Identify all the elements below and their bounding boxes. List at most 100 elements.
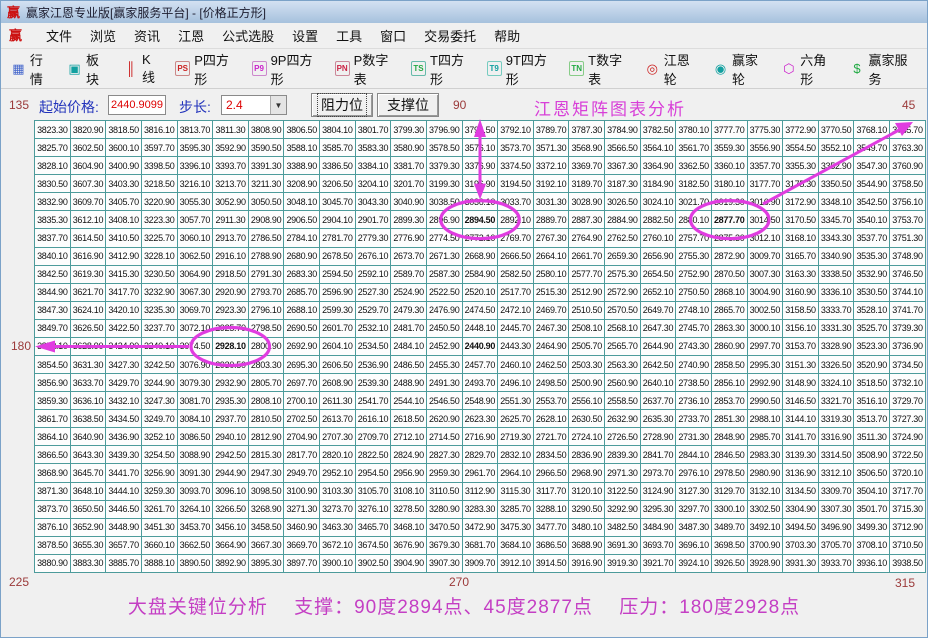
price-cell[interactable]: 3636.10 xyxy=(70,392,106,410)
price-cell[interactable]: 3684.10 xyxy=(498,536,534,554)
price-cell[interactable]: 2654.50 xyxy=(640,265,676,283)
price-cell[interactable]: 2880.10 xyxy=(676,211,712,229)
price-cell[interactable]: 2462.50 xyxy=(533,356,569,374)
price-cell[interactable]: 2757.70 xyxy=(676,229,712,247)
price-cell[interactable]: 2908.90 xyxy=(248,211,284,229)
price-cell[interactable]: 3242.50 xyxy=(141,356,177,374)
price-cell[interactable]: 3115.30 xyxy=(498,482,534,500)
price-cell[interactable]: 3928.90 xyxy=(747,554,783,572)
price-cell[interactable]: 3652.90 xyxy=(70,518,106,536)
price-cell[interactable]: 3760.90 xyxy=(890,157,926,175)
price-cell[interactable]: 2472.10 xyxy=(498,301,534,319)
price-cell[interactable]: 2752.90 xyxy=(676,265,712,283)
price-cell[interactable]: 2868.10 xyxy=(711,283,747,301)
price-cell[interactable]: 3105.70 xyxy=(355,482,391,500)
price-cell[interactable]: 2640.10 xyxy=(640,374,676,392)
price-cell[interactable]: 2704.90 xyxy=(284,428,320,446)
price-cell[interactable]: 2844.10 xyxy=(676,446,712,464)
price-cell[interactable]: 2529.70 xyxy=(355,301,391,319)
price-cell[interactable]: 2968.90 xyxy=(569,464,605,482)
price-cell[interactable]: 3220.90 xyxy=(141,193,177,211)
price-cell[interactable]: 2505.70 xyxy=(569,337,605,355)
price-cell[interactable]: 3036.10 xyxy=(462,193,498,211)
price-cell[interactable]: 3693.70 xyxy=(640,536,676,554)
price-cell[interactable]: 3470.50 xyxy=(426,518,462,536)
menu-item[interactable]: 公式选股 xyxy=(222,26,274,45)
price-cell[interactable]: 3405.70 xyxy=(106,193,142,211)
price-cell[interactable]: 3609.70 xyxy=(70,193,106,211)
price-cell[interactable]: 3213.70 xyxy=(213,175,249,193)
price-cell[interactable]: 3252.10 xyxy=(141,428,177,446)
price-cell[interactable]: 3580.90 xyxy=(391,139,427,157)
price-cell[interactable]: 3228.10 xyxy=(141,247,177,265)
price-cell[interactable]: 3633.70 xyxy=(70,374,106,392)
price-cell[interactable]: 2899.30 xyxy=(391,211,427,229)
price-cell[interactable]: 2601.70 xyxy=(320,319,356,337)
price-cell[interactable]: 2712.10 xyxy=(391,428,427,446)
price-cell[interactable]: 3283.30 xyxy=(462,500,498,518)
price-cell[interactable]: 2928.10 xyxy=(213,337,249,355)
price-cell[interactable]: 2858.50 xyxy=(711,356,747,374)
price-cell[interactable]: 2671.30 xyxy=(426,247,462,265)
price-cell[interactable]: 3830.50 xyxy=(35,175,71,193)
price-cell[interactable]: 3595.30 xyxy=(177,139,213,157)
price-cell[interactable]: 2716.90 xyxy=(462,428,498,446)
price-cell[interactable]: 2779.30 xyxy=(355,229,391,247)
price-cell[interactable]: 3460.90 xyxy=(284,518,320,536)
price-cell[interactable]: 2448.10 xyxy=(462,319,498,337)
price-cell[interactable]: 3340.90 xyxy=(818,247,854,265)
price-cell[interactable]: 3007.30 xyxy=(747,265,783,283)
price-cell[interactable]: 2776.90 xyxy=(391,229,427,247)
price-cell[interactable]: 3727.30 xyxy=(890,410,926,428)
price-cell[interactable]: 3768.10 xyxy=(854,121,890,139)
price-cell[interactable]: 3146.50 xyxy=(783,392,819,410)
price-cell[interactable]: 3916.90 xyxy=(569,554,605,572)
price-cell[interactable]: 3664.90 xyxy=(213,536,249,554)
price-cell[interactable]: 3177.70 xyxy=(747,175,783,193)
price-cell[interactable]: 2570.50 xyxy=(605,301,641,319)
price-cell[interactable]: 2980.90 xyxy=(747,464,783,482)
price-cell[interactable]: 3127.30 xyxy=(676,482,712,500)
price-cell[interactable]: 3657.70 xyxy=(106,536,142,554)
price-cell[interactable]: 3926.50 xyxy=(711,554,747,572)
menu-item[interactable]: 设置 xyxy=(292,26,318,45)
price-cell[interactable]: 3854.50 xyxy=(35,356,71,374)
price-cell[interactable]: 3549.70 xyxy=(854,139,890,157)
price-cell[interactable]: 3225.70 xyxy=(141,229,177,247)
price-cell[interactable]: 2481.70 xyxy=(391,319,427,337)
price-cell[interactable]: 3520.90 xyxy=(854,356,890,374)
price-cell[interactable]: 3093.70 xyxy=(177,482,213,500)
toolbar-item[interactable]: P99P四方形 xyxy=(252,50,322,88)
price-cell[interactable]: 3278.50 xyxy=(391,500,427,518)
price-cell[interactable]: 3103.30 xyxy=(320,482,356,500)
toolbar-item[interactable]: ⬡六角形 xyxy=(781,50,836,88)
price-cell[interactable]: 3482.50 xyxy=(605,518,641,536)
price-cell[interactable]: 3393.70 xyxy=(213,157,249,175)
price-cell[interactable]: 3230.50 xyxy=(141,265,177,283)
toolbar-item[interactable]: PSP四方形 xyxy=(175,50,238,88)
price-cell[interactable]: 2772.10 xyxy=(462,229,498,247)
price-cell[interactable]: 3784.90 xyxy=(605,121,641,139)
price-cell[interactable]: 3559.30 xyxy=(711,139,747,157)
price-cell[interactable]: 2810.50 xyxy=(248,410,284,428)
price-cell[interactable]: 3249.70 xyxy=(141,410,177,428)
price-cell[interactable]: 3772.90 xyxy=(783,121,819,139)
price-cell[interactable]: 3516.10 xyxy=(854,392,890,410)
toolbar-item[interactable]: ▦行情 xyxy=(11,50,54,88)
price-cell[interactable]: 2520.10 xyxy=(462,283,498,301)
price-cell[interactable]: 3813.70 xyxy=(177,121,213,139)
price-cell[interactable]: 2815.30 xyxy=(248,446,284,464)
price-cell[interactable]: 3367.30 xyxy=(605,157,641,175)
price-cell[interactable]: 3386.50 xyxy=(320,157,356,175)
price-cell[interactable]: 3194.50 xyxy=(498,175,534,193)
price-cell[interactable]: 3348.10 xyxy=(818,193,854,211)
price-cell[interactable]: 2656.90 xyxy=(640,247,676,265)
price-cell[interactable]: 3489.70 xyxy=(711,518,747,536)
price-cell[interactable]: 3074.50 xyxy=(177,337,213,355)
price-cell[interactable]: 3480.10 xyxy=(569,518,605,536)
price-cell[interactable]: 2805.70 xyxy=(248,374,284,392)
menu-item[interactable]: 交易委托 xyxy=(424,26,476,45)
price-cell[interactable]: 2628.10 xyxy=(533,410,569,428)
price-cell[interactable]: 3144.10 xyxy=(783,410,819,428)
price-cell[interactable]: 3820.90 xyxy=(70,121,106,139)
